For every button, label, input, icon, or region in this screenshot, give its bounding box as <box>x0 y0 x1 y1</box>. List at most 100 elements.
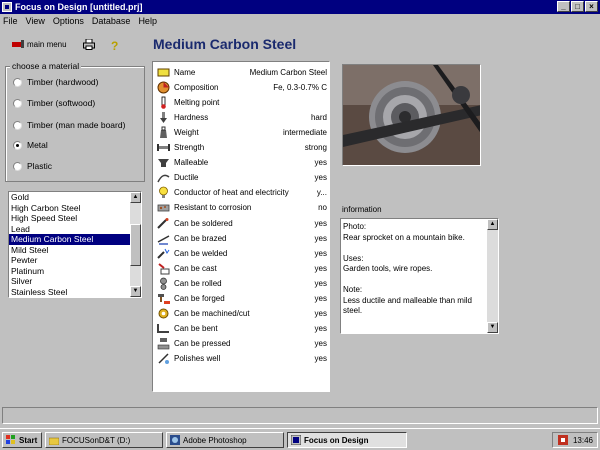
scroll-thumb[interactable] <box>130 224 141 266</box>
radio-label: Timber (softwood) <box>27 98 96 108</box>
composition-icon <box>157 81 170 94</box>
soldering-iron-icon <box>157 217 169 229</box>
property-value: no <box>318 203 327 213</box>
radio-label: Metal <box>27 140 48 150</box>
property-name: Composition <box>174 83 219 93</box>
print-button[interactable] <box>83 39 95 50</box>
corrosion-icon <box>157 205 170 212</box>
property-row: Ductile yes <box>157 170 327 185</box>
list-item[interactable]: High Speed Steel <box>9 213 141 224</box>
property-value: yes <box>314 338 327 348</box>
task-focusondt-drive[interactable]: FOCUSonD&T (D:) <box>45 432 163 448</box>
lightbulb-icon <box>159 186 168 199</box>
information-label: information <box>342 205 382 214</box>
list-item[interactable]: Gold <box>9 192 141 203</box>
ductile-icon <box>157 174 170 183</box>
radio-timber-hardwood[interactable]: Timber (hardwood) <box>13 77 99 87</box>
material-group-title: choose a material <box>10 61 82 71</box>
list-item[interactable]: Lead <box>9 224 141 235</box>
menu-help[interactable]: Help <box>138 16 157 26</box>
title-bar: Focus on Design [untitled.prj] _ □ × <box>0 0 600 14</box>
property-value: strong <box>304 143 327 153</box>
list-item[interactable]: High Carbon Steel <box>9 203 141 214</box>
property-name: Name <box>174 68 196 77</box>
main-menu-label: main menu <box>27 39 67 49</box>
property-name: Can be brazed <box>174 233 227 243</box>
app-task-icon <box>291 435 301 445</box>
maximize-button[interactable]: □ <box>571 1 584 12</box>
radio-dot-selected[interactable] <box>13 140 22 150</box>
minimize-button[interactable]: _ <box>557 1 570 12</box>
menu-file[interactable]: File <box>3 16 18 26</box>
property-name: Weight <box>174 128 199 138</box>
list-item-selected[interactable]: Medium Carbon Steel <box>9 234 141 245</box>
property-name: Can be soldered <box>174 218 233 228</box>
radio-dot[interactable] <box>13 77 22 87</box>
information-box[interactable]: Photo: Rear sprocket on a mountain bike.… <box>340 218 499 334</box>
strength-icon <box>157 144 170 152</box>
property-name: Hardness <box>174 113 209 123</box>
property-name: Resistant to corrosion <box>174 203 252 213</box>
property-row: Can be welded yes <box>157 246 327 261</box>
start-button[interactable]: Start <box>2 432 42 448</box>
property-row: Malleable yes <box>157 155 327 170</box>
property-row: Can be pressed yes <box>157 336 327 351</box>
scroll-up-icon[interactable]: ▲ <box>130 192 141 203</box>
help-button[interactable]: ? <box>110 39 120 51</box>
app-icon[interactable] <box>2 2 12 12</box>
close-button[interactable]: × <box>585 1 598 12</box>
list-item[interactable]: Platinum <box>9 266 141 277</box>
page-title: Medium Carbon Steel <box>153 36 297 52</box>
radio-metal[interactable]: Metal <box>13 140 48 150</box>
radio-timber-man-made-board[interactable]: Timber (man made board) <box>13 120 125 130</box>
information-text: Photo: Rear sprocket on a mountain bike.… <box>343 222 472 315</box>
task-focus-on-design[interactable]: Focus on Design <box>287 432 407 448</box>
radio-label: Plastic <box>27 161 53 171</box>
scroll-down-icon[interactable]: ▼ <box>487 322 498 333</box>
menu-database[interactable]: Database <box>92 16 131 26</box>
list-item[interactable]: Mild Steel <box>9 245 141 256</box>
hardness-icon <box>160 112 167 124</box>
tray-app-icon[interactable] <box>557 435 568 445</box>
radio-dot[interactable] <box>13 98 22 108</box>
window-title: Focus on Design [untitled.prj] <box>15 2 143 12</box>
list-item[interactable]: Silver <box>9 276 141 287</box>
property-value: y... <box>316 188 327 198</box>
main-menu-button[interactable]: main menu <box>12 39 67 49</box>
property-value: Medium Carbon Steel <box>249 68 327 77</box>
property-name: Malleable <box>174 158 209 168</box>
property-row: Can be bent yes <box>157 321 327 336</box>
brazing-icon <box>157 234 170 245</box>
system-tray: 13:46 <box>552 432 598 448</box>
task-label: FOCUSonD&T (D:) <box>62 435 131 445</box>
property-row: Can be rolled yes <box>157 276 327 291</box>
clock[interactable]: 13:46 <box>573 436 593 445</box>
scroll-up-icon[interactable]: ▲ <box>487 219 498 230</box>
list-item[interactable]: Pewter <box>9 255 141 266</box>
svg-text:?: ? <box>111 39 118 51</box>
material-list[interactable]: Gold High Carbon Steel High Speed Steel … <box>8 191 142 298</box>
property-name: Can be rolled <box>174 278 222 288</box>
task-adobe-photoshop[interactable]: Adobe Photoshop <box>166 432 284 448</box>
list-item[interactable]: Stainless Steel <box>9 287 141 298</box>
property-value: yes <box>314 278 327 288</box>
menu-options[interactable]: Options <box>53 16 84 26</box>
radio-timber-softwood[interactable]: Timber (softwood) <box>13 98 95 108</box>
list-scrollbar[interactable]: ▲ ▼ <box>130 192 141 297</box>
property-value: intermediate <box>282 128 327 138</box>
anvil-icon <box>158 159 169 168</box>
scroll-down-icon[interactable]: ▼ <box>130 286 141 297</box>
task-label: Focus on Design <box>304 435 369 445</box>
property-row: Can be cast yes <box>157 261 327 276</box>
radio-dot[interactable] <box>13 161 22 171</box>
radio-plastic[interactable]: Plastic <box>13 161 52 171</box>
main-menu-icon <box>12 40 24 48</box>
windows-logo-icon <box>6 435 15 444</box>
menu-view[interactable]: View <box>26 16 45 26</box>
radio-dot[interactable] <box>13 120 22 130</box>
pressed-icon <box>157 337 170 350</box>
info-scrollbar[interactable]: ▲ ▼ <box>487 219 498 333</box>
property-row: Melting point <box>157 95 327 110</box>
bike-sprocket-photo <box>343 65 480 165</box>
radio-label: Timber (man made board) <box>27 120 126 130</box>
